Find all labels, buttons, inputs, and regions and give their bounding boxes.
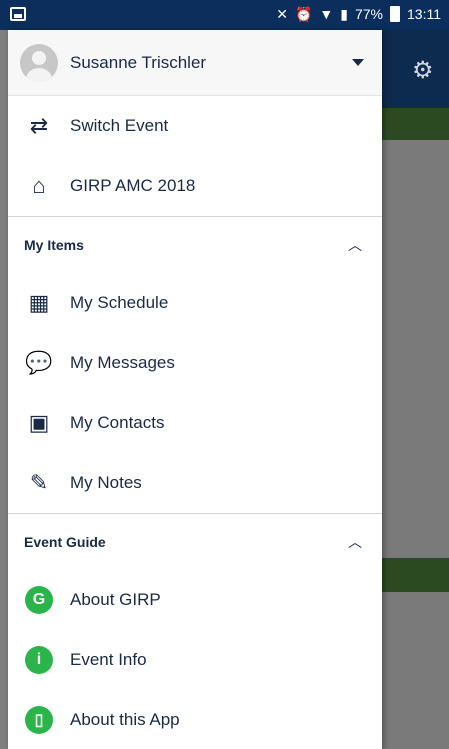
my-contacts-label: My Contacts [70,413,165,432]
event-home-label: GIRP AMC 2018 [70,176,196,195]
about-app-label: About this App [70,710,180,729]
switch-event-item[interactable]: ⇄ Switch Event [8,96,382,156]
clock: 13:11 [407,6,441,22]
battery-percentage: 77% [354,6,383,22]
contact-card-icon: ▣ [28,410,50,435]
event-info-label: Event Info [70,650,147,669]
about-girp-label: About GIRP [70,590,161,609]
wifi-icon: ▼ [319,6,334,22]
gallery-notification-icon [10,7,26,21]
my-items-title: My Items [24,237,84,253]
about-girp-item[interactable]: G About GIRP [8,570,382,630]
chevron-up-icon: ︿ [348,534,362,550]
my-notes-item[interactable]: ✎ My Notes [8,453,382,513]
event-guide-section-header[interactable]: Event Guide ︿ [8,514,382,570]
info-icon: i [24,645,54,675]
profile-settings-icon[interactable]: ⚙ [412,56,434,85]
chat-bubbles-icon: 💬 [25,350,53,375]
drawer-header[interactable]: Susanne Trischler [8,30,382,96]
status-icons: ✕ ⏰ ▼ ▮ 77% 13:11 [276,6,441,22]
switch-event-label: Switch Event [70,116,169,135]
alarm-icon: ⏰ [294,6,313,22]
event-guide-title: Event Guide [24,534,106,550]
background-green-bar-2 [382,558,449,592]
status-bar: ✕ ⏰ ▼ ▮ 77% 13:11 [0,0,449,30]
battery-icon [390,6,400,22]
background-list [382,140,449,749]
switch-arrows-icon: ⇄ [29,113,49,138]
home-icon: ⌂ [32,173,46,198]
note-edit-icon: ✎ [29,470,49,495]
my-schedule-item[interactable]: ▦ My Schedule [8,273,382,333]
my-items-section-header[interactable]: My Items ︿ [8,217,382,273]
caret-down-icon [352,59,364,66]
event-info-item[interactable]: i Event Info [8,630,382,690]
background-app-header: ⚙ [382,30,449,108]
navigation-drawer: Susanne Trischler ⇄ Switch Event ⌂ GIRP … [8,30,382,749]
signal-icon: ▮ [340,6,348,22]
my-messages-item[interactable]: 💬 My Messages [8,333,382,393]
girp-logo-icon: G [24,585,54,615]
my-messages-label: My Messages [70,353,175,372]
calendar-add-icon: ▦ [28,290,50,315]
chevron-up-icon: ︿ [348,237,362,253]
account-dropdown-button[interactable] [346,51,370,75]
my-schedule-label: My Schedule [70,293,169,312]
event-home-item[interactable]: ⌂ GIRP AMC 2018 [8,156,382,216]
about-app-item[interactable]: ▯ About this App [8,690,382,749]
user-name: Susanne Trischler [70,52,207,72]
background-app: ⚙ [382,30,449,749]
mute-icon: ✕ [276,6,288,22]
avatar [20,43,58,82]
background-green-bar [382,108,449,140]
phone-app-icon: ▯ [24,705,54,735]
my-notes-label: My Notes [70,473,142,492]
my-contacts-item[interactable]: ▣ My Contacts [8,393,382,453]
